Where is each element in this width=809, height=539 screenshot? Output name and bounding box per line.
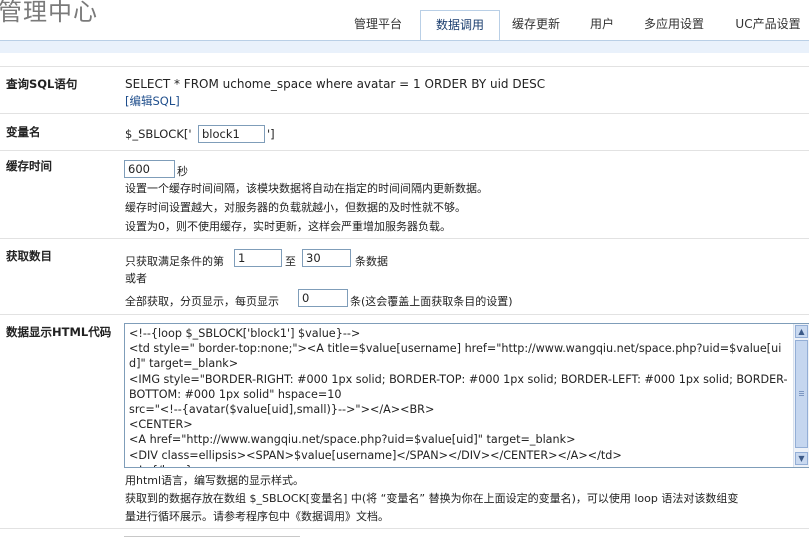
per-page-input[interactable]: 0 (298, 289, 348, 307)
tab-cache-update[interactable]: 缓存更新 (502, 10, 570, 41)
varname-prefix: $_SBLOCK[' (125, 127, 192, 141)
tab-multi-app-settings[interactable]: 多应用设置 (634, 10, 714, 41)
html-code-textarea[interactable]: <!--{loop $_SBLOCK['block1'] $value}--> … (124, 323, 809, 468)
scroll-down-arrow-icon[interactable]: ▼ (795, 452, 808, 465)
tab-uc-product-settings[interactable]: UC产品设置 (720, 10, 809, 41)
varname-input[interactable]: block1 (198, 125, 265, 143)
row-divider (0, 150, 809, 151)
tab-users[interactable]: 用户 (574, 10, 630, 41)
sql-query: SELECT * FROM uchome_space where avatar … (125, 77, 546, 91)
sql-label: 查询SQL语句 (6, 77, 78, 91)
paging-text-before: 全部获取，分页显示，每页显示 (125, 295, 279, 308)
tab-management-platform[interactable]: 管理平台 (340, 10, 416, 41)
cache-help-2: 缓存时间设置越大，对服务器的负载就越小，但数据的及时性就不够。 (125, 201, 466, 214)
count-or: 或者 (125, 272, 147, 285)
scroll-up-arrow-icon[interactable]: ▲ (795, 325, 808, 338)
row-divider (0, 528, 809, 529)
html-help-3: 量进行循环展示。请参考程序包中《数据调用》文档。 (125, 510, 389, 523)
cache-unit: 秒 (177, 165, 188, 178)
row-divider (0, 66, 809, 67)
bottom-input-edge (124, 536, 300, 537)
count-text-before: 只获取满足条件的第 (125, 255, 224, 268)
paging-text-after: 条(这会覆盖上面获取条目的设置) (350, 295, 513, 308)
count-text-after: 条数据 (355, 255, 388, 268)
scroll-thumb[interactable] (795, 340, 808, 448)
html-code-content[interactable]: <!--{loop $_SBLOCK['block1'] $value}--> … (129, 326, 793, 467)
edit-sql-link[interactable]: [编辑SQL] (125, 93, 180, 109)
cache-help-3: 设置为0，则不使用缓存，实时更新，这样会严重增加服务器负载。 (125, 220, 451, 233)
html-code-label: 数据显示HTML代码 (6, 325, 112, 339)
varname-suffix: '] (267, 127, 275, 141)
row-divider (0, 314, 809, 315)
cache-help-1: 设置一个缓存时间间隔，该模块数据将自动在指定的时间间隔内更新数据。 (125, 182, 488, 195)
header: 管理中心 管理平台 数据调用 缓存更新 用户 多应用设置 UC产品设置 (0, 0, 809, 42)
tab-data-call[interactable]: 数据调用 (420, 10, 500, 42)
grip-line (799, 391, 804, 392)
grip-line (799, 393, 804, 394)
header-band (0, 41, 809, 53)
count-start-input[interactable]: 1 (234, 249, 282, 267)
textarea-scrollbar[interactable]: ▲ ▼ (793, 324, 809, 467)
html-help-2: 获取到的数据存放在数组 $_SBLOCK[变量名] 中(将 “变量名” 替换为你… (125, 492, 739, 505)
cache-time-input[interactable]: 600 (124, 160, 175, 178)
count-end-input[interactable]: 30 (302, 249, 351, 267)
row-divider (0, 113, 809, 114)
grip-line (799, 395, 804, 396)
row-divider (0, 238, 809, 239)
cache-label: 缓存时间 (6, 159, 52, 173)
varname-label: 变量名 (6, 125, 41, 139)
app-title: 管理中心 (0, 0, 98, 26)
html-help-1: 用html语言，编写数据的显示样式。 (125, 474, 305, 487)
count-label: 获取数目 (6, 249, 52, 263)
count-to: 至 (285, 255, 296, 268)
